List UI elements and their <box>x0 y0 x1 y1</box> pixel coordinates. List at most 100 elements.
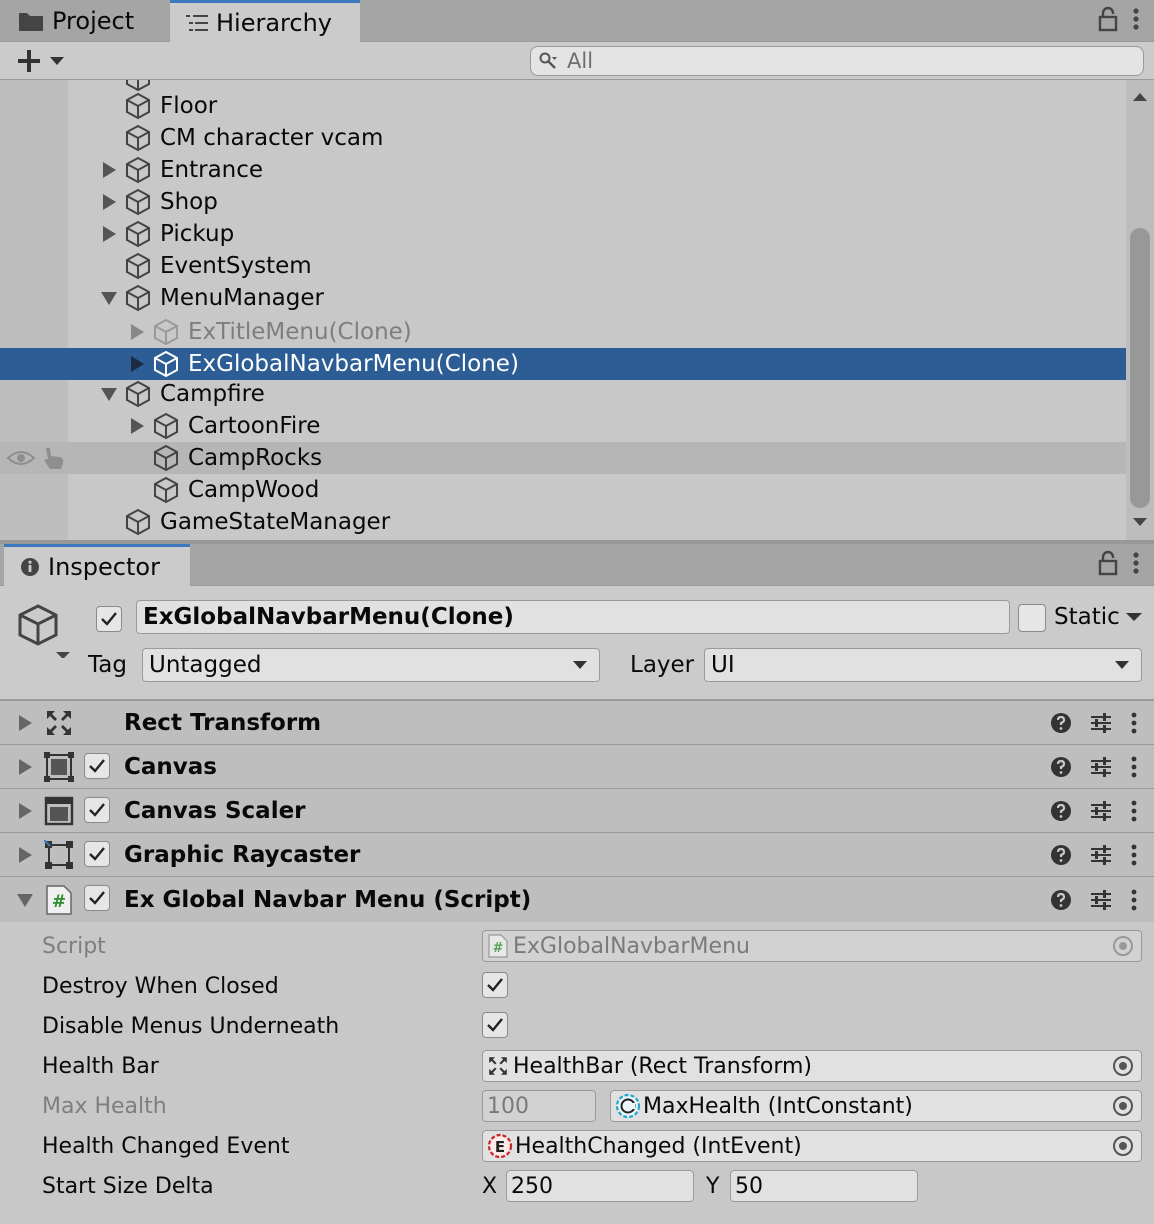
tree-row-floor[interactable]: Floor <box>0 90 1126 122</box>
tree-row-cm-character-vcam[interactable]: CM character vcam <box>0 122 1126 154</box>
more-options-icon[interactable] <box>1132 551 1140 575</box>
component-actions <box>1050 843 1138 867</box>
tree-row-shop[interactable]: Shop <box>0 186 1126 218</box>
tree-row-exglobalnavbarmenu-clone[interactable]: ExGlobalNavbarMenu(Clone) <box>0 348 1126 380</box>
preset-sliders-icon[interactable] <box>1090 800 1112 822</box>
object-picker-icon <box>1113 936 1133 956</box>
more-options-icon[interactable] <box>1132 7 1140 31</box>
object-name-input[interactable]: ExGlobalNavbarMenu(Clone) <box>136 600 1010 634</box>
max-health-constant-field[interactable]: MaxHealth (IntConstant) <box>610 1090 1142 1122</box>
lock-icon[interactable] <box>1098 6 1118 32</box>
tree-row-entrance[interactable]: Entrance <box>0 154 1126 186</box>
collapse-arrow-icon[interactable] <box>16 891 34 909</box>
expand-arrow-icon[interactable] <box>16 846 34 864</box>
expand-arrow-icon[interactable] <box>128 417 146 435</box>
component-enabled-checkbox[interactable] <box>84 885 110 911</box>
object-picker-icon[interactable] <box>1113 1056 1133 1076</box>
component-graphic-raycaster[interactable]: Graphic Raycaster <box>0 832 1154 876</box>
script-properties: Script # ExGlobalNavbarMenu Destroy When… <box>0 922 1154 1224</box>
tab-project[interactable]: Project <box>18 0 168 42</box>
scroll-down-icon[interactable] <box>1133 517 1147 527</box>
health-bar-field[interactable]: HealthBar (Rect Transform) <box>482 1050 1142 1082</box>
hierarchy-scrollbar-thumb[interactable] <box>1130 228 1150 508</box>
visibility-eye-icon[interactable] <box>6 448 36 468</box>
static-checkbox[interactable] <box>1018 604 1046 632</box>
preset-sliders-icon[interactable] <box>1090 712 1112 734</box>
tree-row-label: ExTitleMenu(Clone) <box>188 319 412 345</box>
tab-inspector[interactable]: Inspector <box>4 544 190 586</box>
component-exglobalnavbarmenu-script[interactable]: # Ex Global Navbar Menu (Script) <box>0 876 1154 922</box>
component-canvas-scaler[interactable]: Canvas Scaler <box>0 788 1154 832</box>
preset-sliders-icon[interactable] <box>1090 756 1112 778</box>
collapse-arrow-icon[interactable] <box>100 385 118 403</box>
health-changed-event-value: HealthChanged (IntEvent) <box>515 1133 802 1159</box>
component-canvas[interactable]: Canvas <box>0 744 1154 788</box>
static-dropdown[interactable]: Static <box>1054 604 1142 630</box>
tab-project-label: Project <box>52 7 135 35</box>
expand-arrow-icon[interactable] <box>100 225 118 243</box>
tree-row-label: Campfire <box>160 381 265 407</box>
health-changed-event-field[interactable]: E HealthChanged (IntEvent) <box>482 1130 1142 1162</box>
gameobject-large-icon[interactable] <box>16 602 74 658</box>
svg-text:#: # <box>52 892 66 912</box>
help-icon[interactable] <box>1050 844 1072 866</box>
expand-arrow-icon[interactable] <box>16 714 34 732</box>
info-icon <box>20 557 40 577</box>
tree-row-extitlemenu-clone[interactable]: ExTitleMenu(Clone) <box>0 316 1126 348</box>
expand-arrow-icon[interactable] <box>100 193 118 211</box>
layer-dropdown[interactable]: UI <box>704 648 1142 682</box>
tree-row-eventsystem[interactable]: EventSystem <box>0 250 1126 282</box>
x-input[interactable]: 250 <box>506 1170 694 1202</box>
help-icon[interactable] <box>1050 889 1072 911</box>
tree-row-campfire[interactable]: Campfire <box>0 378 1126 410</box>
component-enabled-checkbox[interactable] <box>84 841 110 867</box>
object-picker-icon[interactable] <box>1113 1136 1133 1156</box>
tree-row-menumanager[interactable]: MenuManager <box>0 282 1126 314</box>
more-options-icon[interactable] <box>1130 888 1138 912</box>
expand-arrow-icon[interactable] <box>128 323 146 341</box>
chevron-down-icon <box>1115 661 1129 669</box>
tree-row-gamestatemanager[interactable]: GameStateManager <box>0 506 1126 538</box>
object-picker-icon[interactable] <box>1113 1096 1133 1116</box>
disable-menus-underneath-checkbox[interactable] <box>482 1012 508 1038</box>
create-button[interactable] <box>16 48 64 74</box>
component-enabled-checkbox[interactable] <box>84 753 110 779</box>
y-input[interactable]: 50 <box>730 1170 918 1202</box>
help-icon[interactable] <box>1050 756 1072 778</box>
int-constant-icon <box>615 1093 641 1119</box>
tree-row-cartoonfire[interactable]: CartoonFire <box>0 410 1126 442</box>
preset-sliders-icon[interactable] <box>1090 844 1112 866</box>
expand-arrow-icon[interactable] <box>100 161 118 179</box>
health-bar-value: HealthBar (Rect Transform) <box>513 1053 812 1079</box>
expand-arrow-icon[interactable] <box>128 355 146 373</box>
scroll-up-icon[interactable] <box>1133 92 1147 102</box>
tree-row-campwood[interactable]: CampWood <box>0 474 1126 506</box>
tab-hierarchy-label: Hierarchy <box>216 8 333 37</box>
more-options-icon[interactable] <box>1130 711 1138 735</box>
more-options-icon[interactable] <box>1130 843 1138 867</box>
component-rect-transform[interactable]: Rect Transform <box>0 700 1154 744</box>
component-enabled-checkbox[interactable] <box>84 797 110 823</box>
lock-icon[interactable] <box>1098 550 1118 576</box>
expand-arrow-icon[interactable] <box>16 802 34 820</box>
destroy-when-closed-checkbox[interactable] <box>482 972 508 998</box>
tab-hierarchy[interactable]: Hierarchy <box>170 0 360 42</box>
help-icon[interactable] <box>1050 712 1072 734</box>
preset-sliders-icon[interactable] <box>1090 889 1112 911</box>
hierarchy-search-input[interactable]: All <box>530 46 1144 76</box>
help-icon[interactable] <box>1050 800 1072 822</box>
tree-row-camprocks[interactable]: CampRocks <box>0 442 1126 474</box>
tree-row-pickup[interactable]: Pickup <box>0 218 1126 250</box>
collapse-arrow-icon[interactable] <box>100 289 118 307</box>
checkmark-icon <box>486 1017 504 1033</box>
max-health-label: Max Health <box>42 1094 167 1119</box>
selection-gutter-highlight <box>0 348 68 380</box>
more-options-icon[interactable] <box>1130 799 1138 823</box>
pickable-hand-icon[interactable] <box>40 445 66 471</box>
expand-arrow-icon[interactable] <box>16 758 34 776</box>
checkmark-icon <box>88 890 106 906</box>
more-options-icon[interactable] <box>1130 755 1138 779</box>
tag-dropdown[interactable]: Untagged <box>142 648 600 682</box>
svg-text:E: E <box>495 1138 505 1156</box>
active-toggle-checkbox[interactable] <box>96 606 122 632</box>
